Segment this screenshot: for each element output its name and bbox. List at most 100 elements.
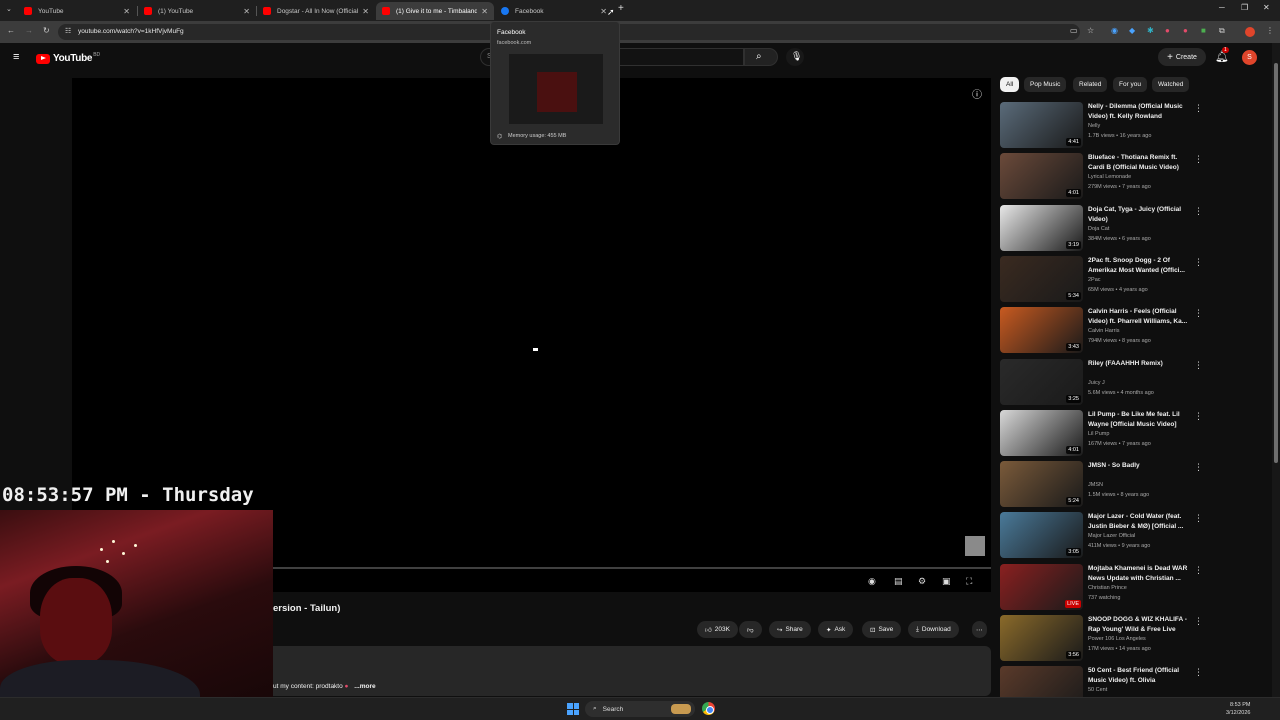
- download-button[interactable]: ⤓ Download: [908, 621, 959, 638]
- bookmark-star-icon[interactable]: ☆: [1087, 26, 1094, 35]
- recommendation-channel[interactable]: Calvin Harris: [1088, 328, 1119, 334]
- show-more-link[interactable]: ...more: [354, 683, 375, 690]
- kebab-menu-icon[interactable]: ⋮: [1194, 206, 1203, 217]
- kebab-menu-icon[interactable]: ⋮: [1194, 411, 1203, 422]
- recommendation-item[interactable]: LIVE Mojtaba Khamenei is Dead WAR News U…: [1000, 563, 1210, 614]
- restore-icon[interactable]: ❐: [1241, 3, 1248, 12]
- close-icon[interactable]: ✕: [123, 7, 130, 16]
- extension-icon[interactable]: ◆: [1129, 26, 1135, 35]
- share-button[interactable]: ↪ Share: [769, 621, 811, 638]
- recommendation-title[interactable]: JMSN - So Badly: [1088, 461, 1188, 471]
- dislike-button[interactable]: 👎︎: [739, 621, 762, 638]
- back-icon[interactable]: ←: [7, 26, 15, 35]
- browser-tab[interactable]: YouTube ✕: [18, 2, 136, 20]
- scrollbar-thumb[interactable]: [1274, 63, 1278, 463]
- windows-start-icon[interactable]: [567, 703, 579, 715]
- recommendation-item[interactable]: 5:24 JMSN - So Badly JMSN 1.5M views • 8…: [1000, 461, 1210, 511]
- close-icon[interactable]: ✕: [481, 7, 488, 16]
- recommendation-channel[interactable]: Doja Cat: [1088, 226, 1109, 232]
- recommendation-title[interactable]: Blueface - Thotiana Remix ft. Cardi B (O…: [1088, 153, 1188, 173]
- profile-avatar-icon[interactable]: [1245, 27, 1255, 37]
- forward-icon[interactable]: →: [25, 26, 33, 35]
- recommendation-item[interactable]: 3:56 SNOOP DOGG & WIZ KHALIFA - Rap Youn…: [1000, 615, 1210, 665]
- recommendation-item[interactable]: 5:34 2Pac ft. Snoop Dogg - 2 Of Amerikaz…: [1000, 255, 1210, 306]
- recommendation-channel[interactable]: JMSN: [1088, 482, 1103, 488]
- extension-icon[interactable]: ●: [1165, 26, 1170, 35]
- kebab-menu-icon[interactable]: ⋮: [1194, 667, 1203, 678]
- recommendation-channel[interactable]: Power 106 Los Angeles: [1088, 636, 1146, 642]
- video-thumbnail[interactable]: 3:43: [1000, 307, 1083, 354]
- recommendation-channel[interactable]: 50 Cent: [1088, 687, 1107, 693]
- info-icon[interactable]: ⓘ: [972, 86, 982, 101]
- kebab-menu-icon[interactable]: ⋮: [1194, 360, 1203, 371]
- chip-all[interactable]: All: [1000, 77, 1020, 92]
- voice-search-button[interactable]: 🎙: [786, 48, 804, 66]
- recommendation-channel[interactable]: Juicy J: [1088, 380, 1105, 386]
- autoplay-toggle-icon[interactable]: ◉: [868, 576, 876, 587]
- recommendation-item[interactable]: 3:25 Riley (FAAAHHH Remix) Juicy J 5.6M …: [1000, 358, 1210, 409]
- captions-icon[interactable]: ▤: [894, 576, 903, 587]
- like-button[interactable]: 👍︎ 203K: [697, 621, 738, 638]
- recommendation-channel[interactable]: Nelly: [1088, 123, 1100, 129]
- recommendation-channel[interactable]: Lil Pump: [1088, 431, 1109, 437]
- video-thumbnail[interactable]: 3:19: [1000, 204, 1083, 251]
- recommendation-title[interactable]: Lil Pump - Be Like Me feat. Lil Wayne [O…: [1088, 410, 1188, 430]
- recommendation-title[interactable]: Nelly - Dilemma (Official Music Video) f…: [1088, 102, 1188, 122]
- recommendation-title[interactable]: Mojtaba Khamenei is Dead WAR News Update…: [1088, 564, 1188, 584]
- video-thumbnail[interactable]: 5:24: [1000, 461, 1083, 508]
- kebab-menu-icon[interactable]: ⋮: [1194, 462, 1203, 473]
- kebab-menu-icon[interactable]: ⋮: [1194, 513, 1203, 524]
- recommendation-title[interactable]: Doja Cat, Tyga - Juicy (Official Video): [1088, 205, 1188, 225]
- close-icon[interactable]: ✕: [243, 7, 250, 16]
- avatar[interactable]: S: [1242, 50, 1257, 65]
- recommendation-item[interactable]: 3:05 Major Lazer - Cold Water (feat. Jus…: [1000, 512, 1210, 562]
- recommendation-title[interactable]: Riley (FAAAHHH Remix): [1088, 359, 1188, 369]
- extension-icon[interactable]: ■: [1201, 26, 1206, 35]
- video-thumbnail[interactable]: LIVE: [1000, 563, 1083, 610]
- recommendation-title[interactable]: SNOOP DOGG & WIZ KHALIFA - Rap Young' Wi…: [1088, 615, 1188, 635]
- miniplayer-icon[interactable]: ▣: [942, 576, 951, 587]
- browser-tab[interactable]: Facebook ✕: [495, 2, 613, 20]
- extension-icon[interactable]: ●: [1183, 26, 1188, 35]
- kebab-menu-icon[interactable]: ⋮: [1194, 103, 1203, 114]
- recommendation-item[interactable]: 4:01 Blueface - Thotiana Remix ft. Cardi…: [1000, 153, 1210, 203]
- chip-for-you[interactable]: For you: [1113, 77, 1148, 92]
- install-app-icon[interactable]: ▭: [1070, 26, 1078, 35]
- save-button[interactable]: ⊡ Save: [862, 621, 902, 638]
- recommendation-item[interactable]: 4:41 Nelly - Dilemma (Official Music Vid…: [1000, 102, 1210, 152]
- site-info-icon[interactable]: ☷: [65, 27, 71, 35]
- chrome-menu-icon[interactable]: ⋮: [1266, 26, 1274, 35]
- video-thumbnail[interactable]: 4:01: [1000, 153, 1083, 200]
- close-icon[interactable]: ✕: [600, 7, 607, 16]
- video-thumbnail[interactable]: 3:25: [1000, 358, 1083, 405]
- video-thumbnail[interactable]: 5:34: [1000, 255, 1083, 302]
- search-button[interactable]: ⌕: [744, 48, 778, 66]
- video-thumbnail[interactable]: 3:05: [1000, 512, 1083, 559]
- youtube-logo[interactable]: YouTube BD: [36, 52, 100, 64]
- recommendation-item[interactable]: 4:01 Lil Pump - Be Like Me feat. Lil Way…: [1000, 409, 1210, 460]
- browser-tab[interactable]: (1) YouTube ✕: [138, 2, 256, 20]
- recommendation-title[interactable]: Calvin Harris - Feels (Official Video) f…: [1088, 307, 1188, 327]
- recommendation-channel[interactable]: Christian Prince: [1088, 585, 1127, 591]
- settings-gear-icon[interactable]: ⚙: [918, 576, 926, 587]
- browser-tab-active[interactable]: (1) Give it to me - Timbaland(2 ✕: [376, 2, 494, 20]
- extension-icon[interactable]: ◉: [1111, 26, 1118, 35]
- recommendation-channel[interactable]: Lyrical Lemonade: [1088, 174, 1131, 180]
- extension-icon[interactable]: ✱: [1147, 26, 1154, 35]
- page-scrollbar[interactable]: [1272, 43, 1280, 697]
- recommendation-item[interactable]: 3:43 Calvin Harris - Feels (Official Vid…: [1000, 307, 1210, 357]
- kebab-menu-icon[interactable]: ⋮: [1194, 565, 1203, 576]
- taskbar-search-box[interactable]: ⌕ Search: [585, 701, 695, 717]
- video-thumbnail[interactable]: 4:41: [1000, 102, 1083, 148]
- close-icon[interactable]: ✕: [362, 7, 369, 16]
- recommendation-title[interactable]: 50 Cent - Best Friend (Official Music Vi…: [1088, 666, 1188, 686]
- create-button[interactable]: + Create: [1158, 48, 1206, 66]
- hamburger-menu-icon[interactable]: ≡: [13, 51, 19, 63]
- chrome-taskbar-icon[interactable]: [702, 702, 715, 715]
- kebab-menu-icon[interactable]: ⋮: [1194, 154, 1203, 165]
- chip-related[interactable]: Related: [1073, 77, 1108, 92]
- channel-watermark-icon[interactable]: [965, 536, 985, 556]
- kebab-menu-icon[interactable]: ⋮: [1194, 308, 1203, 319]
- system-clock[interactable]: 8:53 PM 3/12/2026: [1226, 701, 1250, 717]
- new-tab-icon[interactable]: +: [618, 3, 624, 14]
